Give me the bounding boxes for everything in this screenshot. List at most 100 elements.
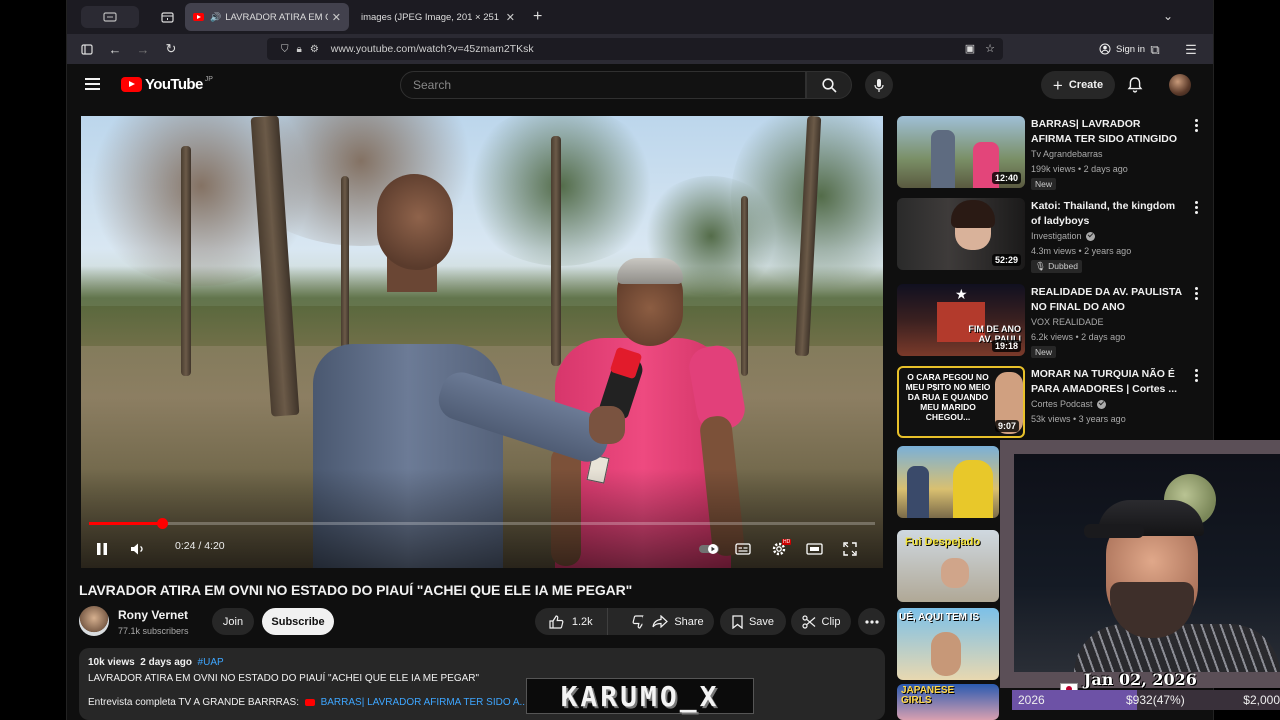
- firefox-view-icon: [103, 12, 117, 22]
- back-button[interactable]: ←: [103, 37, 127, 61]
- bookmark-star-icon[interactable]: ☆: [985, 42, 995, 55]
- puzzle-icon: ⧉: [1150, 42, 1160, 57]
- theater-mode-button[interactable]: [803, 539, 825, 559]
- app-menu-button[interactable]: ☰: [1179, 38, 1203, 62]
- share-icon: [652, 615, 669, 628]
- navigation-toolbar: ← → ↻ ⛉ 🔒︎ ⚙ www.youtube.com/watch?v=45z…: [67, 34, 1213, 64]
- tab-image[interactable]: images (JPEG Image, 201 × 251 pixels) ✕: [353, 3, 523, 31]
- reload-icon: ↻: [165, 41, 177, 56]
- search-placeholder: Search: [413, 78, 452, 92]
- thumb-figure: [953, 460, 993, 518]
- recommendation-item[interactable]: O CARA PEGOU NO MEU P$ITO NO MEIO DA RUA…: [897, 366, 1207, 442]
- sidebar-toggle-button[interactable]: [75, 37, 99, 61]
- address-bar[interactable]: ⛉ 🔒︎ ⚙ www.youtube.com/watch?v=45zmam2TK…: [267, 38, 1003, 60]
- firefox-view-button[interactable]: [81, 6, 139, 28]
- shield-icon[interactable]: ⛉: [281, 44, 289, 55]
- recommendation-thumbnail[interactable]: 52:29: [897, 198, 1025, 270]
- description-text: Entrevista completa TV A GRANDE BARRRAS:: [88, 697, 300, 708]
- url-text[interactable]: www.youtube.com/watch?v=45zmam2TKsk: [331, 43, 534, 55]
- recommendation-thumbnail[interactable]: O CARA PEGOU NO MEU P$ITO NO MEIO DA RUA…: [897, 366, 1025, 438]
- subscribe-button[interactable]: Subscribe: [262, 608, 334, 635]
- goal-current: $932(47%): [1126, 693, 1185, 707]
- channel-name: Cortes Podcast: [1031, 399, 1093, 409]
- channel-avatar[interactable]: [79, 606, 109, 636]
- progress-played: [89, 522, 162, 525]
- more-options-icon[interactable]: [1191, 119, 1201, 133]
- video-player[interactable]: 0:24 / 4:20 HD: [81, 116, 883, 568]
- recommendation-item[interactable]: 12:40 BARRAS| LAVRADOR AFIRMA TER SIDO A…: [897, 116, 1207, 192]
- share-button[interactable]: Share: [642, 608, 714, 635]
- recommendation-channel[interactable]: VOX REALIDADE: [1031, 317, 1104, 327]
- youtube-header: YouTube JP Search + Create: [67, 64, 1213, 108]
- channel-name[interactable]: Rony Vernet: [118, 608, 188, 622]
- recommendation-thumbnail[interactable]: JAPANESE GIRLS: [897, 684, 999, 720]
- forward-button[interactable]: →: [131, 37, 155, 61]
- more-actions-button[interactable]: [858, 608, 885, 635]
- subtitles-button[interactable]: [732, 539, 754, 559]
- notifications-bell-icon[interactable]: [1127, 76, 1143, 94]
- voice-search-button[interactable]: [865, 71, 893, 99]
- extensions-button[interactable]: ⧉: [1143, 38, 1167, 62]
- youtube-logo[interactable]: YouTube JP: [121, 76, 213, 93]
- search-button[interactable]: [806, 71, 852, 99]
- recommendation-item[interactable]: ★ FIM DE ANO AV. PAULI 19:18 REALIDADE D…: [897, 284, 1207, 360]
- more-options-icon[interactable]: [1191, 201, 1201, 215]
- recommendation-thumbnail[interactable]: 12:40: [897, 116, 1025, 188]
- mute-button[interactable]: [127, 538, 149, 560]
- save-button[interactable]: Save: [720, 608, 786, 635]
- speaker-icon[interactable]: 🔊: [210, 12, 221, 23]
- recommendation-title[interactable]: Katoi: Thailand, the kingdom of ladyboys: [1031, 199, 1183, 229]
- list-all-tabs-icon[interactable]: ⌄: [1163, 9, 1173, 23]
- thumb-figure: [907, 466, 929, 518]
- recommendation-thumbnail[interactable]: [897, 446, 999, 518]
- recommendation-channel[interactable]: Tv Agrandebarras: [1031, 149, 1103, 159]
- account-avatar[interactable]: [1169, 74, 1191, 96]
- recommendation-channel[interactable]: Investigation: [1031, 231, 1095, 241]
- recommendation-item[interactable]: 52:29 Katoi: Thailand, the kingdom of la…: [897, 198, 1207, 274]
- close-tab-icon[interactable]: ✕: [332, 11, 341, 24]
- tab-manager-button[interactable]: [153, 3, 181, 31]
- permissions-icon[interactable]: ⚙: [310, 44, 319, 55]
- clip-button[interactable]: Clip: [791, 608, 851, 635]
- video-frame: [81, 116, 883, 568]
- youtube-play-logo-icon: [121, 77, 142, 92]
- guide-menu-icon[interactable]: [85, 78, 100, 90]
- more-options-icon[interactable]: [1191, 369, 1201, 383]
- search-input[interactable]: Search: [400, 71, 806, 99]
- join-button[interactable]: Join: [212, 608, 254, 635]
- create-button[interactable]: + Create: [1041, 71, 1115, 99]
- more-options-icon[interactable]: [1191, 287, 1201, 301]
- recommendation-channel[interactable]: Cortes Podcast: [1031, 399, 1106, 409]
- recommendation-title[interactable]: MORAR NA TURQUIA NÃO É PARA AMADORES | C…: [1031, 367, 1183, 397]
- recommendation-title[interactable]: BARRAS| LAVRADOR AFIRMA TER SIDO ATINGID…: [1031, 117, 1183, 147]
- autoplay-toggle[interactable]: [698, 540, 720, 558]
- fullscreen-button[interactable]: [839, 538, 861, 560]
- description-line: Entrevista completa TV A GRANDE BARRRAS:…: [88, 697, 876, 708]
- pause-button[interactable]: [91, 538, 113, 560]
- description-box[interactable]: 10k views 2 days ago #UAP LAVRADOR ATIRA…: [79, 648, 885, 720]
- recommendation-title[interactable]: REALIDADE DA AV. PAULISTA NO FINAL DO AN…: [1031, 285, 1183, 315]
- recommendation-thumbnail[interactable]: Fui Despejado: [897, 530, 999, 602]
- upload-age: 2 days ago: [140, 657, 192, 668]
- description-meta: 10k views 2 days ago #UAP: [88, 657, 876, 668]
- tab-youtube-video[interactable]: 🔊 LAVRADOR ATIRA EM OVNI NO ESTADO DO PI…: [185, 3, 349, 31]
- like-button[interactable]: 1.2k: [535, 608, 608, 635]
- picture-in-picture-icon[interactable]: ▣: [965, 42, 975, 55]
- recommendation-thumbnail[interactable]: UÉ, AQUI TEM IS: [897, 608, 999, 680]
- recommendation-thumbnail[interactable]: ★ FIM DE ANO AV. PAULI 19:18: [897, 284, 1025, 356]
- progress-scrubber[interactable]: [156, 518, 168, 529]
- recommendation-views: 199k views • 2 days ago: [1031, 164, 1128, 174]
- tab-bar: 🔊 LAVRADOR ATIRA EM OVNI NO ESTADO DO PI…: [67, 0, 1213, 34]
- progress-bar[interactable]: [89, 518, 875, 529]
- new-tab-button[interactable]: +: [533, 8, 542, 26]
- settings-button[interactable]: HD: [767, 538, 792, 560]
- lock-icon[interactable]: 🔒︎: [297, 44, 302, 55]
- close-tab-icon[interactable]: ✕: [506, 11, 515, 24]
- more-horizontal-icon: [864, 619, 879, 624]
- thumb-caption: JAPANESE GIRLS: [901, 685, 955, 706]
- channel-name: Investigation: [1031, 231, 1082, 241]
- reload-button[interactable]: ↻: [159, 37, 183, 61]
- hashtag-link[interactable]: #UAP: [198, 657, 224, 668]
- description-video-link[interactable]: BARRAS| LAVRADOR AFIRMA TER SIDO A...: [321, 697, 528, 708]
- cam-person: [1074, 624, 1280, 672]
